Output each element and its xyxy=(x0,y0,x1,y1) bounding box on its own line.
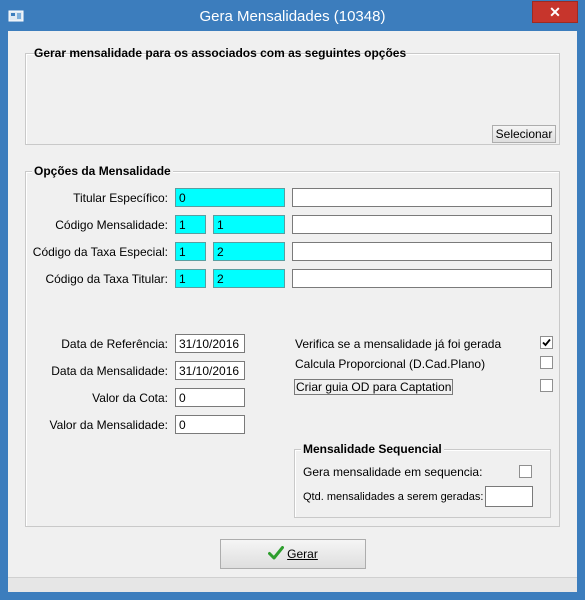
codigo-taxa-especial-input-2[interactable]: 2 xyxy=(213,242,285,261)
title-bar[interactable]: Gera Mensalidades (10348) ✕ xyxy=(0,0,585,32)
proporcional-checkbox[interactable] xyxy=(540,356,553,369)
app-window: Gera Mensalidades (10348) ✕ Gerar mensal… xyxy=(0,0,585,600)
gerar-label: Gerar xyxy=(287,547,318,561)
qtd-mensalidades-label: Qtd. mensalidades a serem geradas: xyxy=(303,491,484,503)
qtd-mensalidades-input[interactable] xyxy=(485,486,533,507)
dialog-body: Gerar mensalidade para os associados com… xyxy=(8,31,577,592)
group-associados: Gerar mensalidade para os associados com… xyxy=(25,46,560,145)
selecionar-button[interactable]: Selecionar xyxy=(492,125,556,143)
checkmark-icon xyxy=(542,338,551,347)
gerar-button[interactable]: Gerar xyxy=(220,539,366,569)
titular-desc-field[interactable] xyxy=(292,188,552,207)
data-mensalidade-input[interactable]: 31/10/2016 xyxy=(175,361,245,380)
group-associados-legend: Gerar mensalidade para os associados com… xyxy=(34,46,407,60)
codigo-taxa-especial-input-1[interactable]: 1 xyxy=(175,242,206,261)
captation-checkbox[interactable] xyxy=(540,379,553,392)
group-opcoes-legend: Opções da Mensalidade xyxy=(32,164,173,178)
valor-cota-label: Valor da Cota: xyxy=(92,391,168,405)
codigo-mensalidade-label: Código Mensalidade: xyxy=(55,218,168,232)
check-icon xyxy=(268,546,285,560)
data-mensalidade-label: Data da Mensalidade: xyxy=(51,364,168,378)
captation-label: Criar guia OD para Captation xyxy=(294,379,454,395)
codigo-mensalidade-input-2[interactable]: 1 xyxy=(213,215,285,234)
close-button[interactable]: ✕ xyxy=(532,1,578,23)
codigo-taxa-titular-label: Código da Taxa Titular: xyxy=(45,272,168,286)
status-bar xyxy=(8,577,577,592)
titular-input[interactable]: 0 xyxy=(175,188,285,207)
verifica-checkbox[interactable] xyxy=(540,336,553,349)
valor-cota-input[interactable]: 0 xyxy=(175,388,245,407)
window-title: Gera Mensalidades (10348) xyxy=(199,8,386,25)
codigo-mensalidade-input-1[interactable]: 1 xyxy=(175,215,206,234)
titular-label: Titular Específico: xyxy=(73,191,168,205)
codigo-mensalidade-desc-field[interactable] xyxy=(292,215,552,234)
codigo-taxa-titular-input-1[interactable]: 1 xyxy=(175,269,206,288)
data-referencia-input[interactable]: 31/10/2016 xyxy=(175,334,245,353)
valor-mensalidade-label: Valor da Mensalidade: xyxy=(49,418,168,432)
codigo-taxa-titular-desc-field[interactable] xyxy=(292,269,552,288)
data-referencia-label: Data de Referência: xyxy=(61,337,168,351)
codigo-taxa-especial-label: Código da Taxa Especial: xyxy=(32,245,168,259)
group-sequencial-legend: Mensalidade Sequencial xyxy=(301,442,444,456)
valor-mensalidade-input[interactable]: 0 xyxy=(175,415,245,434)
group-opcoes: Opções da Mensalidade Titular Específico… xyxy=(25,164,560,527)
verifica-label: Verifica se a mensalidade já foi gerada xyxy=(295,337,502,351)
codigo-taxa-especial-desc-field[interactable] xyxy=(292,242,552,261)
proporcional-label: Calcula Proporcional (D.Cad.Plano) xyxy=(295,357,486,371)
codigo-taxa-titular-input-2[interactable]: 2 xyxy=(213,269,285,288)
group-sequencial: Mensalidade Sequencial Gera mensalidade … xyxy=(294,442,551,518)
gera-sequencia-checkbox[interactable] xyxy=(519,465,532,478)
gera-sequencia-label: Gera mensalidade em sequencia: xyxy=(303,465,483,479)
